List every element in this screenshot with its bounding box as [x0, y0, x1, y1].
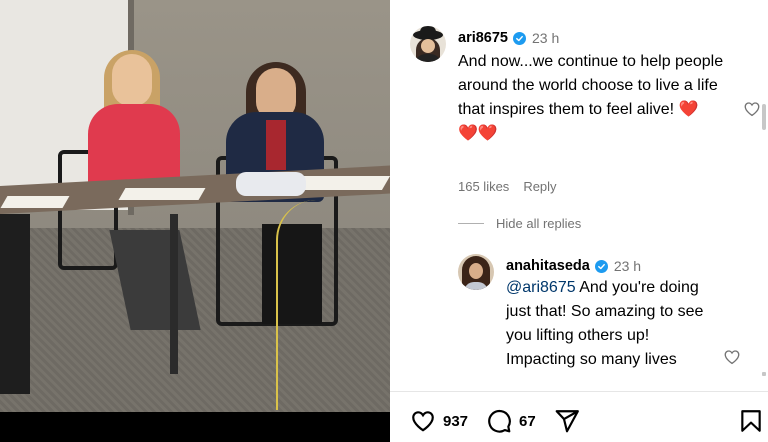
hide-replies-toggle[interactable]: Hide all replies — [458, 216, 581, 231]
person-right-scarf — [266, 120, 286, 170]
reply-time[interactable]: 23 h — [614, 258, 641, 274]
comment-meta: ari8675 23 h — [458, 30, 559, 46]
reply-meta: anahitaseda 23 h — [506, 258, 641, 274]
heart-emoji-line: ❤️❤️ — [458, 125, 498, 142]
replies-divider-line — [458, 223, 484, 224]
heart-emoji: ❤️ — [678, 101, 699, 118]
reply-button[interactable]: Reply — [523, 179, 556, 194]
comment-subline: 165 likes Reply — [458, 179, 557, 194]
video-frame — [0, 0, 390, 412]
paper-sheet — [118, 188, 206, 200]
post-action-bar: 937 67 — [390, 392, 768, 442]
person-left-head — [112, 54, 152, 106]
bookmark-icon — [741, 410, 761, 432]
reply-mention[interactable]: @ari8675 — [506, 279, 576, 296]
heart-outline-icon — [724, 350, 740, 365]
comment-button[interactable]: 67 — [486, 408, 536, 434]
share-button[interactable] — [554, 408, 580, 434]
like-button[interactable]: 937 — [410, 408, 468, 434]
comment-text: And now...we continue to help people aro… — [458, 50, 726, 146]
comments-panel: ari8675 23 h And now...we continue to he… — [390, 0, 768, 442]
table-leg — [170, 214, 178, 374]
reply-like-button[interactable] — [723, 348, 741, 366]
avatar-face — [421, 39, 435, 53]
post-media[interactable] — [0, 0, 390, 442]
heart-outline-icon — [744, 102, 760, 117]
paper-sheet — [0, 196, 70, 208]
heart-outline-icon — [412, 411, 434, 432]
comment-time[interactable]: 23 h — [532, 30, 559, 46]
person-edge — [0, 214, 30, 394]
comments-count[interactable]: 67 — [519, 413, 536, 430]
verified-badge-icon — [513, 31, 526, 45]
comment-like-button[interactable] — [743, 100, 761, 118]
comment-username[interactable]: ari8675 — [458, 30, 508, 46]
save-button[interactable] — [738, 408, 764, 434]
avatar-face — [469, 263, 483, 279]
verified-badge-icon — [594, 259, 608, 273]
scrollbar-thumb[interactable] — [762, 104, 766, 130]
mic-cable — [276, 200, 316, 410]
reply-text: @ari8675 And you're doing just that! So … — [506, 276, 716, 372]
likes-count[interactable]: 937 — [443, 413, 468, 430]
comment-likes[interactable]: 165 likes — [458, 179, 509, 194]
avatar[interactable] — [410, 26, 446, 62]
paper-plane-icon — [555, 410, 579, 433]
avatar[interactable] — [458, 254, 494, 290]
reply-username[interactable]: anahitaseda — [506, 258, 590, 274]
speech-bubble-icon — [488, 409, 511, 433]
hide-replies-label: Hide all replies — [496, 216, 582, 231]
microphones — [236, 172, 306, 196]
scrollbar-marker — [762, 372, 766, 376]
